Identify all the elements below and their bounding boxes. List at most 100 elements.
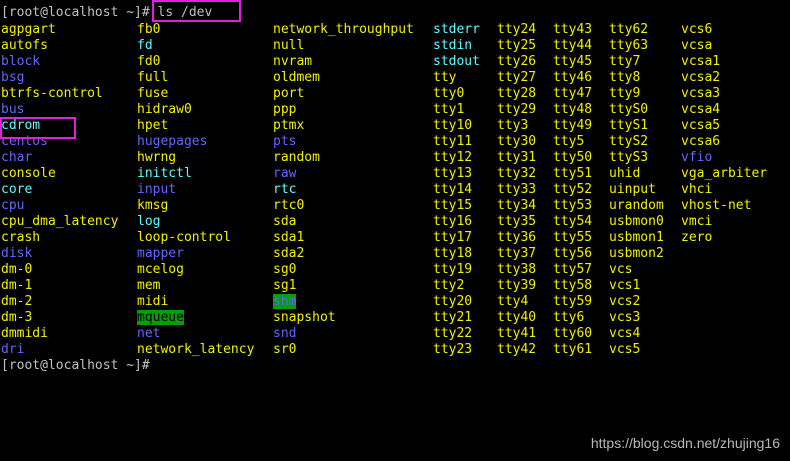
dev-entry-usbmon2: usbmon2 bbox=[609, 246, 664, 261]
dev-entry-ttyS2: ttyS2 bbox=[609, 134, 649, 149]
dev-entry-snapshot: snapshot bbox=[273, 310, 336, 325]
dev-entry-ttyS1: ttyS1 bbox=[609, 118, 649, 133]
dev-entry-vcs5: vcs5 bbox=[609, 342, 641, 357]
dev-entry-tty20: tty20 bbox=[433, 294, 473, 309]
dev-entry-ttyS3: ttyS3 bbox=[609, 150, 649, 165]
dev-entry-vfio: vfio bbox=[681, 150, 713, 165]
dev-entry-rtc0: rtc0 bbox=[273, 198, 305, 213]
dev-entry-stdout: stdout bbox=[433, 54, 480, 69]
dev-entry-urandom: urandom bbox=[609, 198, 664, 213]
dev-entry-tty44: tty44 bbox=[553, 38, 593, 53]
dev-entry-tty19: tty19 bbox=[433, 262, 473, 277]
dev-entry-tty13: tty13 bbox=[433, 166, 473, 181]
dev-entry-tty8: tty8 bbox=[609, 70, 641, 85]
dev-entry-vcs3: vcs3 bbox=[609, 310, 641, 325]
dev-entry-tty59: tty59 bbox=[553, 294, 593, 309]
dev-entry-fb0: fb0 bbox=[137, 22, 161, 37]
dev-entry-tty60: tty60 bbox=[553, 326, 593, 341]
dev-entry-tty57: tty57 bbox=[553, 262, 593, 277]
dev-entry-hwrng: hwrng bbox=[137, 150, 177, 165]
dev-entry-tty11: tty11 bbox=[433, 134, 473, 149]
dev-entry-usbmon0: usbmon0 bbox=[609, 214, 664, 229]
dev-entry-tty18: tty18 bbox=[433, 246, 473, 261]
dev-entry-tty42: tty42 bbox=[497, 342, 537, 357]
shell-prompt[interactable]: [root@localhost ~]# bbox=[1, 358, 150, 374]
dev-entry-shm: shm bbox=[273, 294, 297, 309]
dev-entry-tty55: tty55 bbox=[553, 230, 593, 245]
dev-entry-ptmx: ptmx bbox=[273, 118, 305, 133]
dev-entry-tty22: tty22 bbox=[433, 326, 473, 341]
dev-entry-tty21: tty21 bbox=[433, 310, 473, 325]
dev-entry-tty62: tty62 bbox=[609, 22, 649, 37]
dev-entry-vcs6: vcs6 bbox=[681, 22, 713, 37]
dev-entry-tty47: tty47 bbox=[553, 86, 593, 101]
dev-entry-vmci: vmci bbox=[681, 214, 713, 229]
dev-entry-tty49: tty49 bbox=[553, 118, 593, 133]
dev-entry-tty24: tty24 bbox=[497, 22, 537, 37]
dev-entry-tty32: tty32 bbox=[497, 166, 537, 181]
dev-entry-sda: sda bbox=[273, 214, 297, 229]
dev-entry-sg0: sg0 bbox=[273, 262, 297, 277]
watermark-text: https://blog.csdn.net/zhujing16 bbox=[590, 435, 780, 451]
dev-entry-sg1: sg1 bbox=[273, 278, 297, 293]
dev-entry-null: null bbox=[273, 38, 305, 53]
dev-entry-tty52: tty52 bbox=[553, 182, 593, 197]
dev-entry-dm-1: dm-1 bbox=[1, 278, 33, 293]
dev-entry-block: block bbox=[1, 54, 41, 69]
dev-entry-tty54: tty54 bbox=[553, 214, 593, 229]
dev-entry-raw: raw bbox=[273, 166, 297, 181]
dev-entry-tty36: tty36 bbox=[497, 230, 537, 245]
listing-column: stderr stdin stdout tty tty0 tty1 tty10 tty11 tt… bbox=[433, 22, 480, 358]
dev-entry-tty56: tty56 bbox=[553, 246, 593, 261]
dev-entry-vcs2: vcs2 bbox=[609, 294, 641, 309]
dev-entry-mapper: mapper bbox=[137, 246, 184, 261]
dev-entry-log: log bbox=[137, 214, 161, 229]
dev-entry-ppp: ppp bbox=[273, 102, 297, 117]
dev-entry-net: net bbox=[137, 326, 161, 341]
terminal-window[interactable]: [root@localhost ~]# ls /dev agpgart autof… bbox=[0, 0, 790, 461]
dev-entry-fd0: fd0 bbox=[137, 54, 161, 69]
dev-entry-usbmon1: usbmon1 bbox=[609, 230, 664, 245]
dev-entry-kmsg: kmsg bbox=[137, 198, 169, 213]
dev-entry-tty40: tty40 bbox=[497, 310, 537, 325]
dev-entry-tty30: tty30 bbox=[497, 134, 537, 149]
dev-entry-hpet: hpet bbox=[137, 118, 169, 133]
dev-entry-tty39: tty39 bbox=[497, 278, 537, 293]
dev-entry-vhci: vhci bbox=[681, 182, 713, 197]
dev-entry-tty10: tty10 bbox=[433, 118, 473, 133]
dev-entry-autofs: autofs bbox=[1, 38, 48, 53]
dev-entry-nvram: nvram bbox=[273, 54, 313, 69]
dev-entry-fd: fd bbox=[137, 38, 153, 53]
dev-entry-mcelog: mcelog bbox=[137, 262, 184, 277]
dev-entry-tty61: tty61 bbox=[553, 342, 593, 357]
listing-column: network_throughput null nvram oldmem port ppp… bbox=[273, 22, 414, 358]
dev-entry-vcsa2: vcsa2 bbox=[681, 70, 721, 85]
dev-entry-hidraw0: hidraw0 bbox=[137, 102, 192, 117]
dev-entry-cpu: cpu bbox=[1, 198, 25, 213]
dev-entry-mqueue: mqueue bbox=[137, 310, 184, 325]
dev-entry-tty23: tty23 bbox=[433, 342, 473, 357]
dev-entry-tty26: tty26 bbox=[497, 54, 537, 69]
dev-entry-vcsa4: vcsa4 bbox=[681, 102, 721, 117]
dev-entry-tty6: tty6 bbox=[553, 310, 585, 325]
dev-entry-tty41: tty41 bbox=[497, 326, 537, 341]
dev-entry-dm-3: dm-3 bbox=[1, 310, 33, 325]
dev-entry-tty7: tty7 bbox=[609, 54, 641, 69]
dev-entry-pts: pts bbox=[273, 134, 297, 149]
dev-entry-midi: midi bbox=[137, 294, 169, 309]
dev-entry-tty45: tty45 bbox=[553, 54, 593, 69]
dev-entry-stdin: stdin bbox=[433, 38, 473, 53]
dev-entry-tty33: tty33 bbox=[497, 182, 537, 197]
dev-entry-dri: dri bbox=[1, 342, 25, 357]
dev-entry-tty53: tty53 bbox=[553, 198, 593, 213]
dev-entry-tty58: tty58 bbox=[553, 278, 593, 293]
dev-entry-tty51: tty51 bbox=[553, 166, 593, 181]
dev-entry-full: full bbox=[137, 70, 169, 85]
dev-entry-tty5: tty5 bbox=[553, 134, 585, 149]
dev-entry-uhid: uhid bbox=[609, 166, 641, 181]
dev-entry-dm-2: dm-2 bbox=[1, 294, 33, 309]
dev-entry-tty27: tty27 bbox=[497, 70, 537, 85]
dev-entry-random: random bbox=[273, 150, 320, 165]
dev-entry-tty34: tty34 bbox=[497, 198, 537, 213]
dev-entry-tty16: tty16 bbox=[433, 214, 473, 229]
